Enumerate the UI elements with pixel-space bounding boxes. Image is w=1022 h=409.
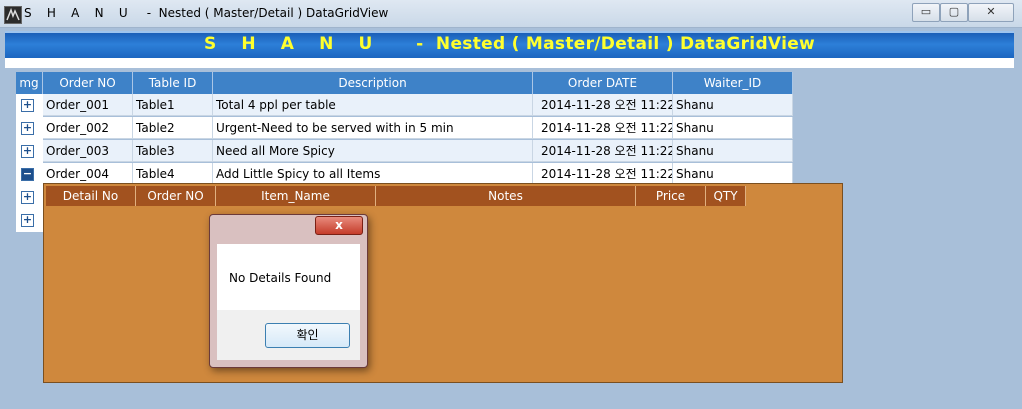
ok-button[interactable]: 확인 bbox=[265, 323, 350, 348]
cell-waiter-id[interactable]: Shanu bbox=[673, 140, 793, 162]
expand-cell: − bbox=[16, 163, 43, 186]
cell-order-date[interactable]: 2014-11-28 오전 11:22 bbox=[533, 117, 673, 139]
table-row[interactable]: + Order_001 Table1 Total 4 ppl per table… bbox=[16, 94, 793, 117]
cell-order-no[interactable]: Order_003 bbox=[43, 140, 133, 162]
cell-waiter-id[interactable]: Shanu bbox=[673, 117, 793, 139]
cell-order-date[interactable]: 2014-11-28 오전 11:22 bbox=[533, 163, 673, 185]
grid-header: mg Order NO Table ID Description Order D… bbox=[16, 72, 793, 94]
window-title: S H A N U - Nested ( Master/Detail ) Dat… bbox=[24, 6, 389, 20]
cell-table-id[interactable]: Table2 bbox=[133, 117, 213, 139]
expand-cell: + bbox=[16, 209, 43, 232]
column-header-waiter-id[interactable]: Waiter_ID bbox=[673, 72, 793, 94]
cell-order-no[interactable]: Order_004 bbox=[43, 163, 133, 185]
detail-column-order-no[interactable]: Order NO bbox=[136, 186, 216, 206]
message-box-dialog: x No Details Found 확인 bbox=[209, 214, 368, 368]
banner-divider bbox=[5, 58, 1014, 68]
detail-column-qty[interactable]: QTY bbox=[706, 186, 746, 206]
minimize-button[interactable]: ▭ bbox=[912, 3, 940, 22]
column-header-description[interactable]: Description bbox=[213, 72, 533, 94]
detail-column-item-name[interactable]: Item_Name bbox=[216, 186, 376, 206]
cell-description[interactable]: Urgent-Need to be served with in 5 min bbox=[213, 117, 533, 139]
expand-plus-icon[interactable]: + bbox=[21, 99, 34, 112]
detail-column-detail-no[interactable]: Detail No bbox=[46, 186, 136, 206]
table-row[interactable]: + Order_003 Table3 Need all More Spicy 2… bbox=[16, 140, 793, 163]
expand-cell: + bbox=[16, 140, 43, 163]
dialog-close-button[interactable]: x bbox=[315, 216, 363, 235]
app-icon bbox=[4, 6, 22, 24]
column-header-order-no[interactable]: Order NO bbox=[43, 72, 133, 94]
maximize-button[interactable]: ▢ bbox=[940, 3, 968, 22]
cell-description[interactable]: Add Little Spicy to all Items bbox=[213, 163, 533, 185]
cell-order-no[interactable]: Order_002 bbox=[43, 117, 133, 139]
window-title-bar: S H A N U - Nested ( Master/Detail ) Dat… bbox=[0, 0, 1022, 28]
expand-cell: + bbox=[16, 186, 43, 209]
close-window-button[interactable]: ✕ bbox=[968, 3, 1014, 22]
cell-waiter-id[interactable]: Shanu bbox=[673, 94, 793, 116]
cell-table-id[interactable]: Table4 bbox=[133, 163, 213, 185]
cell-waiter-id[interactable]: Shanu bbox=[673, 163, 793, 185]
dialog-message: No Details Found bbox=[229, 271, 332, 285]
cell-order-date[interactable]: 2014-11-28 오전 11:22 bbox=[533, 94, 673, 116]
expand-plus-icon[interactable]: + bbox=[21, 191, 34, 204]
expand-plus-icon[interactable]: + bbox=[21, 145, 34, 158]
column-header-table-id[interactable]: Table ID bbox=[133, 72, 213, 94]
cell-description[interactable]: Need all More Spicy bbox=[213, 140, 533, 162]
cell-description[interactable]: Total 4 ppl per table bbox=[213, 94, 533, 116]
expand-cell: + bbox=[16, 117, 43, 140]
cell-order-no[interactable]: Order_001 bbox=[43, 94, 133, 116]
header-banner: S H A N U - Nested ( Master/Detail ) Dat… bbox=[5, 31, 1014, 58]
detail-datagrid: Detail No Order NO Item_Name Notes Price… bbox=[43, 183, 843, 383]
column-header-mg[interactable]: mg bbox=[16, 72, 43, 94]
expand-cell: + bbox=[16, 94, 43, 117]
table-row[interactable]: + Order_002 Table2 Urgent-Need to be ser… bbox=[16, 117, 793, 140]
banner-title: S H A N U - Nested ( Master/Detail ) Dat… bbox=[203, 34, 816, 54]
column-header-order-date[interactable]: Order DATE bbox=[533, 72, 673, 94]
table-row-expanded[interactable]: − Order_004 Table4 Add Little Spicy to a… bbox=[16, 163, 793, 186]
cell-table-id[interactable]: Table3 bbox=[133, 140, 213, 162]
detail-column-price[interactable]: Price bbox=[636, 186, 706, 206]
collapse-minus-icon[interactable]: − bbox=[21, 168, 34, 181]
cell-table-id[interactable]: Table1 bbox=[133, 94, 213, 116]
detail-column-notes[interactable]: Notes bbox=[376, 186, 636, 206]
expand-plus-icon[interactable]: + bbox=[21, 214, 34, 227]
dialog-body: No Details Found bbox=[217, 244, 360, 310]
expand-plus-icon[interactable]: + bbox=[21, 122, 34, 135]
cell-order-date[interactable]: 2014-11-28 오전 11:22 bbox=[533, 140, 673, 162]
